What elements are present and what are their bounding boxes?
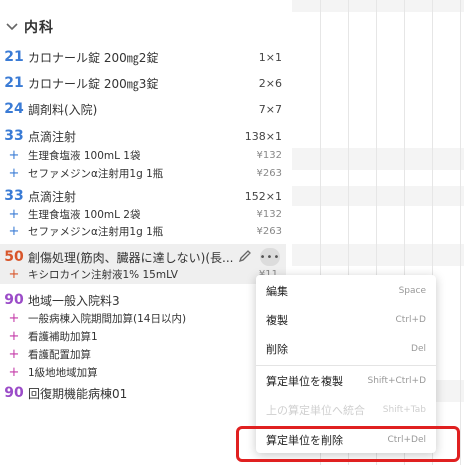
order-row[interactable]: 21 カロナール錠 200㎎2錠 1×1 xyxy=(0,45,290,69)
order-qty: 138×1 xyxy=(244,129,282,143)
order-code: 90 xyxy=(4,292,24,308)
sub-item-name: 生理食塩液 100mL 1袋 xyxy=(28,149,141,162)
order-name: 調剤料(入院) xyxy=(28,102,98,117)
order-code: 33 xyxy=(4,188,24,204)
order-row[interactable]: 21 カロナール錠 200㎎3錠 2×6 xyxy=(0,71,290,95)
chevron-down-icon[interactable] xyxy=(0,23,24,31)
menu-item-shortcut: Del xyxy=(411,344,426,354)
order-sub-item[interactable]: + 看護補助加算1 xyxy=(0,327,290,345)
plus-icon: + xyxy=(8,147,20,163)
order-row[interactable]: 90 回復期機能病棟01 xyxy=(0,381,290,405)
menu-item-label: 削除 xyxy=(266,343,288,356)
sub-item-price: ¥263 xyxy=(256,167,282,179)
order-qty: 1×1 xyxy=(258,50,282,64)
sub-item-name: 1級地地域加算 xyxy=(28,366,98,379)
plus-icon: + xyxy=(8,364,20,380)
order-name: カロナール錠 200㎎3錠 xyxy=(28,76,159,91)
order-row[interactable]: 24 調剤料(入院) 7×7 xyxy=(0,97,290,121)
grid-band xyxy=(292,244,464,266)
section-header[interactable]: 内科 xyxy=(0,14,290,40)
menu-item-shortcut: Space xyxy=(398,286,426,296)
order-name: 点滴注射 xyxy=(28,129,77,144)
pencil-icon[interactable] xyxy=(238,248,252,267)
plus-icon: + xyxy=(8,328,20,344)
grid-band xyxy=(292,186,464,206)
menu-item-delete[interactable]: 削除 Del xyxy=(256,335,436,363)
menu-item-shortcut: Shift+Tab xyxy=(382,405,426,415)
order-sub-item[interactable]: + セファメジンα注射用1g 1瓶 ¥263 xyxy=(0,222,290,240)
order-sub-item[interactable]: + キシロカイン注射液1% 15mLV ¥11 xyxy=(0,265,286,283)
plus-icon: + xyxy=(8,266,20,282)
menu-item-shortcut: Ctrl+D xyxy=(395,315,427,325)
order-code: 90 xyxy=(4,385,24,401)
order-row[interactable]: 33 点滴注射 138×1 xyxy=(0,124,290,148)
sub-item-name: 生理食塩液 100mL 2袋 xyxy=(28,208,141,221)
plus-icon: + xyxy=(8,206,20,222)
sub-item-name: セファメジンα注射用1g 1瓶 xyxy=(28,225,164,238)
menu-item-duplicate[interactable]: 複製 Ctrl+D xyxy=(256,306,436,334)
order-name: 地域一般入院料3 xyxy=(28,293,120,308)
sub-item-price: ¥263 xyxy=(256,225,282,237)
plus-icon: + xyxy=(8,346,20,362)
order-code: 33 xyxy=(4,128,24,144)
order-name: カロナール錠 200㎎2錠 xyxy=(28,50,159,65)
sub-item-name: 一般病棟入院期間加算(14日以内) xyxy=(28,312,187,325)
section-title: 内科 xyxy=(24,20,54,36)
order-qty: 2×6 xyxy=(258,76,282,90)
menu-item-label: 複製 xyxy=(266,314,288,327)
sub-item-name: キシロカイン注射液1% 15mLV xyxy=(28,268,178,281)
order-code: 50 xyxy=(4,249,24,265)
row-actions: ••• xyxy=(238,248,280,266)
sub-item-price: ¥132 xyxy=(256,149,282,161)
menu-item-shortcut: Shift+Ctrl+D xyxy=(367,376,426,386)
menu-item-edit[interactable]: 編集 Space xyxy=(256,277,436,305)
page: 内科 21 カロナール錠 200㎎2錠 1×1 21 カロナール錠 200㎎3錠… xyxy=(0,0,464,465)
order-code: 21 xyxy=(4,49,24,65)
plus-icon: + xyxy=(8,165,20,181)
menu-item-label: 編集 xyxy=(266,285,288,298)
grid-band xyxy=(292,148,464,170)
order-name: 回復期機能病棟01 xyxy=(28,386,128,401)
menu-item-merge-up: 上の算定単位へ統合 Shift+Tab xyxy=(256,396,436,424)
order-sub-item[interactable]: + 一般病棟入院期間加算(14日以内) xyxy=(0,309,290,327)
plus-icon: + xyxy=(8,310,20,326)
grid-column-line xyxy=(460,0,461,465)
order-sub-item[interactable]: + 生理食塩液 100mL 2袋 ¥132 xyxy=(0,205,290,223)
sub-item-name: セファメジンα注射用1g 1瓶 xyxy=(28,167,164,180)
order-name: 創傷処理(筋肉、臓器に達しない)(長... xyxy=(28,250,234,265)
order-qty: 7×7 xyxy=(258,102,282,116)
grid-band xyxy=(292,0,464,12)
menu-item-label: 上の算定単位へ統合 xyxy=(266,404,365,417)
order-sub-item[interactable]: + 1級地地域加算 xyxy=(0,363,290,381)
order-sub-item[interactable]: + セファメジンα注射用1g 1瓶 ¥263 xyxy=(0,164,290,182)
menu-item-label: 算定単位を複製 xyxy=(266,375,343,388)
order-code: 21 xyxy=(4,75,24,91)
order-sub-item[interactable]: + 生理食塩液 100mL 1袋 ¥132 xyxy=(0,146,290,164)
sub-item-price: ¥132 xyxy=(256,208,282,220)
order-sub-item[interactable]: + 看護配置加算 xyxy=(0,345,290,363)
plus-icon: + xyxy=(8,223,20,239)
sub-item-name: 看護配置加算 xyxy=(28,348,91,361)
order-name: 点滴注射 xyxy=(28,189,77,204)
order-qty: 152×1 xyxy=(244,189,282,203)
menu-separator xyxy=(256,365,436,366)
more-icon[interactable]: ••• xyxy=(260,248,280,266)
menu-item-duplicate-unit[interactable]: 算定単位を複製 Shift+Ctrl+D xyxy=(256,367,436,395)
highlight-annotation-box xyxy=(236,426,460,462)
sub-item-name: 看護補助加算1 xyxy=(28,330,98,343)
order-code: 24 xyxy=(4,101,24,117)
